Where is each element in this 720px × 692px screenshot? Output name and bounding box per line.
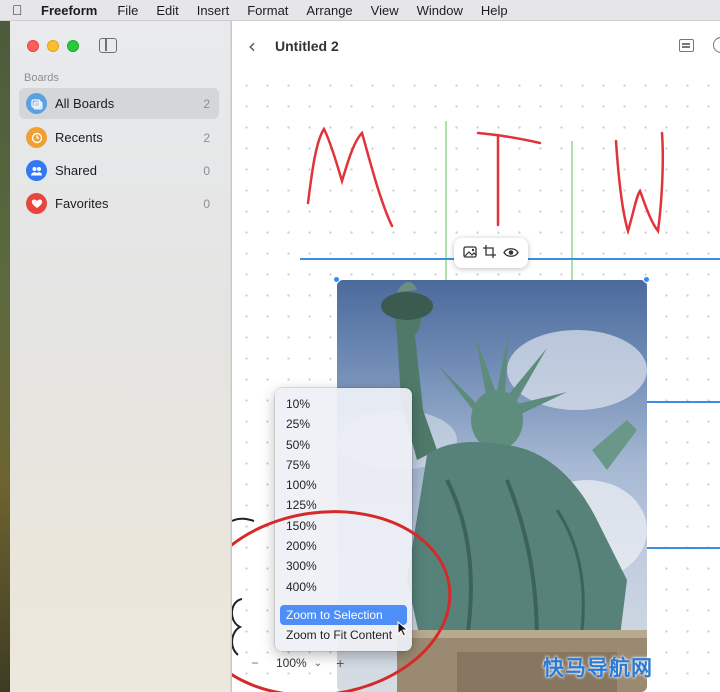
people-icon <box>26 160 47 181</box>
close-window-button[interactable] <box>27 40 39 52</box>
sidebar-item-count: 2 <box>203 130 210 145</box>
sketch-mark <box>232 517 255 522</box>
heart-icon <box>26 193 47 214</box>
zoom-option-25[interactable]: 25% <box>275 414 412 434</box>
watermark-text: 快马导航网 <box>543 656 653 680</box>
image-toolbar <box>454 238 528 268</box>
overflow-icon[interactable] <box>713 37 720 53</box>
minimize-window-button[interactable] <box>47 40 59 52</box>
zoom-option-50[interactable]: 50% <box>275 435 412 455</box>
sidebar-toggle-icon[interactable] <box>99 38 117 53</box>
board-toolbar: ‹ Untitled 2 <box>232 21 720 69</box>
document-title[interactable]: Untitled 2 <box>275 38 339 54</box>
sidebar-item-count: 2 <box>203 96 210 111</box>
menu-bar:  Freeform File Edit Insert Format Arran… <box>0 0 720 21</box>
sidebar-item-favorites[interactable]: Favorites 0 <box>19 188 219 219</box>
sidebar-item-shared[interactable]: Shared 0 <box>19 155 219 186</box>
menu-view[interactable]: View <box>371 3 399 18</box>
sidebar-item-label: Recents <box>55 130 103 145</box>
menu-format[interactable]: Format <box>247 3 288 18</box>
image-icon[interactable] <box>463 245 477 261</box>
crop-icon[interactable] <box>483 245 497 261</box>
desktop-background <box>0 21 10 692</box>
boards-icon <box>26 93 47 114</box>
zoom-option-75[interactable]: 75% <box>275 455 412 475</box>
menu-insert[interactable]: Insert <box>197 3 230 18</box>
text-box-icon[interactable] <box>679 39 694 52</box>
sidebar-item-label: All Boards <box>55 96 115 111</box>
sidebar-heading: Boards <box>24 72 59 84</box>
sidebar-item-all-boards[interactable]: All Boards 2 <box>19 88 219 119</box>
eye-icon[interactable] <box>503 246 519 261</box>
sidebar-item-count: 0 <box>203 163 210 178</box>
sidebar-item-recents[interactable]: Recents 2 <box>19 122 219 153</box>
handwritten-w <box>614 131 665 236</box>
menu-help[interactable]: Help <box>481 3 508 18</box>
sidebar-item-label: Shared <box>55 163 97 178</box>
sidebar-item-label: Favorites <box>55 196 109 211</box>
selection-handle[interactable] <box>333 276 340 283</box>
selection-handle[interactable] <box>643 276 650 283</box>
menu-app-name[interactable]: Freeform <box>41 3 97 18</box>
menu-edit[interactable]: Edit <box>156 3 178 18</box>
zoom-option-100[interactable]: 100% <box>275 475 412 495</box>
sidebar: Boards All Boards 2 Recents 2 Shared 0 F… <box>10 21 231 692</box>
menu-window[interactable]: Window <box>417 3 463 18</box>
zoom-window-button[interactable] <box>67 40 79 52</box>
zoom-option-10[interactable]: 10% <box>275 394 412 414</box>
clock-icon <box>26 127 47 148</box>
menu-arrange[interactable]: Arrange <box>306 3 352 18</box>
handwritten-m <box>306 126 394 228</box>
board-canvas[interactable]: ‹ Untitled 2 10% 25% 50% 75% 100% 125% 1… <box>232 21 720 692</box>
window-controls <box>27 40 79 52</box>
apple-logo-icon[interactable]:  <box>12 2 30 18</box>
sidebar-item-count: 0 <box>203 196 210 211</box>
back-chevron-icon[interactable]: ‹ <box>248 34 256 58</box>
handwritten-t-bar <box>476 131 542 145</box>
menu-file[interactable]: File <box>117 3 138 18</box>
